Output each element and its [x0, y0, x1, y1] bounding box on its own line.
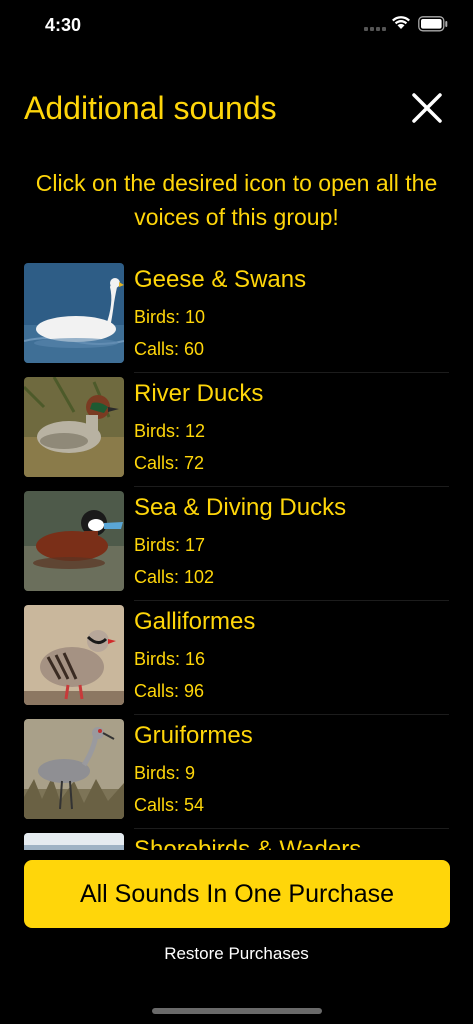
birds-count: Birds: 16 [134, 649, 206, 669]
birds-count: Birds: 9 [134, 763, 196, 783]
swan-image[interactable] [24, 263, 124, 363]
birds-count: Birds: 10 [134, 307, 206, 327]
wifi-icon [392, 16, 410, 29]
list-item-geese-swans[interactable]: Geese & Swans Birds: 10 Calls: 60 [0, 262, 473, 376]
list-item-shorebirds-waders[interactable]: Shorebirds & Waders [0, 832, 473, 850]
close-icon [412, 93, 442, 123]
row-divider [134, 372, 449, 373]
group-name: Galliformes [134, 608, 256, 635]
calls-count: Calls: 102 [134, 567, 215, 587]
status-time: 4:30 [45, 15, 82, 35]
close-button[interactable] [408, 89, 446, 127]
crane-image[interactable] [24, 719, 124, 819]
birds-count: Birds: 12 [134, 421, 206, 441]
row-divider [134, 828, 449, 829]
birds-count: Birds: 17 [134, 535, 206, 555]
row-divider [134, 714, 449, 715]
list-item-river-ducks[interactable]: River Ducks Birds: 12 Calls: 72 [0, 376, 473, 490]
row-divider [134, 600, 449, 601]
page-title: Additional sounds [24, 90, 277, 126]
instruction-text: Click on the desired icon to open all th… [35, 170, 438, 230]
calls-count: Calls: 60 [134, 339, 205, 359]
bird-group-list[interactable]: Geese & Swans Birds: 10 Calls: 60 River … [0, 262, 473, 850]
list-item-sea-diving-ducks[interactable]: Sea & Diving Ducks Birds: 17 Calls: 102 [0, 490, 473, 604]
group-name: Sea & Diving Ducks [134, 494, 347, 521]
calls-count: Calls: 96 [134, 681, 205, 701]
group-name: Gruiformes [134, 722, 253, 749]
home-indicator[interactable] [152, 1008, 322, 1014]
status-bar: 4:30 [0, 0, 473, 52]
list-item-gruiformes[interactable]: Gruiformes Birds: 9 Calls: 54 [0, 718, 473, 832]
group-name: Shorebirds & Waders [134, 836, 362, 850]
ruddy-duck-image[interactable] [24, 491, 124, 591]
cellular-signal-icon [364, 27, 386, 31]
calls-count: Calls: 54 [134, 795, 205, 815]
group-name: River Ducks [134, 380, 264, 407]
restore-purchases-link[interactable]: Restore Purchases [0, 944, 473, 964]
wader-image[interactable] [24, 833, 124, 850]
list-item-galliformes[interactable]: Galliformes Birds: 16 Calls: 96 [0, 604, 473, 718]
teal-duck-image[interactable] [24, 377, 124, 477]
battery-icon [418, 16, 448, 32]
partridge-image[interactable] [24, 605, 124, 705]
group-name: Geese & Swans [134, 266, 307, 293]
row-divider [134, 486, 449, 487]
calls-count: Calls: 72 [134, 453, 205, 473]
buy-all-sounds-button[interactable]: All Sounds In One Purchase [24, 860, 450, 928]
